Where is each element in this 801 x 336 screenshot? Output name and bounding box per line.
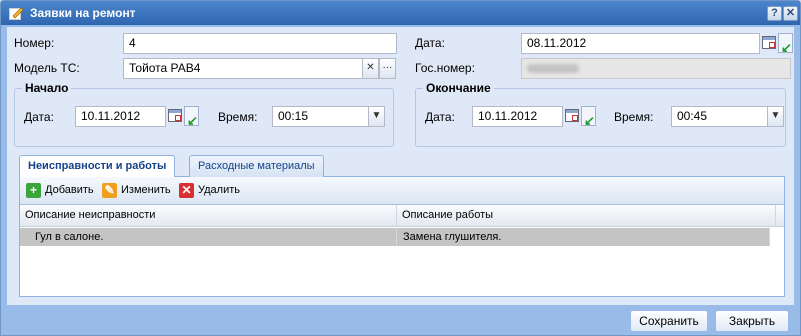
form-panel: Номер: 4 Дата: 08.11.2012 ↙ Модель ТС: Т… (6, 26, 795, 306)
start-time-field[interactable]: 00:15 (272, 106, 369, 127)
end-date-field[interactable]: 10.11.2012 (472, 106, 563, 127)
number-label: Номер: (14, 36, 55, 50)
close-window-button[interactable]: ✕ (783, 6, 798, 21)
start-group: Начало Дата: 10.11.2012 ↙ Время: 00:15 ▼ (14, 81, 394, 147)
repair-request-window: Заявки на ремонт ? ✕ Номер: 4 Дата: 08.1… (0, 0, 801, 336)
tab-consumables[interactable]: Расходные материалы (189, 155, 324, 177)
title-bar[interactable]: Заявки на ремонт ? ✕ (1, 1, 800, 25)
end-legend: Окончание (423, 81, 494, 95)
end-calendar-icon[interactable] (565, 109, 579, 122)
start-date-label: Дата: (24, 110, 54, 124)
end-group: Окончание Дата: 10.11.2012 ↙ Время: 00:4… (415, 81, 786, 147)
end-time-label: Время: (614, 110, 654, 124)
edit-label: Изменить (121, 184, 171, 196)
number-field[interactable]: 4 (123, 33, 397, 54)
table-row[interactable]: Гул в салоне. Замена глушителя. (20, 228, 770, 246)
plate-field (521, 58, 791, 79)
start-date-field[interactable]: 10.11.2012 (75, 106, 166, 127)
pencil-note-icon (9, 7, 24, 20)
date-field[interactable]: 08.11.2012 (521, 33, 760, 54)
plate-label: Гос.номер: (415, 61, 475, 75)
add-button[interactable]: + Добавить (26, 183, 94, 199)
work-cell: Замена глушителя. (397, 228, 770, 246)
help-button[interactable]: ? (767, 6, 782, 21)
end-time-field[interactable]: 00:45 (671, 106, 768, 127)
choose-model-button[interactable]: ··· (379, 58, 396, 79)
start-set-date-arrow-icon[interactable]: ↙ (184, 106, 199, 127)
save-button[interactable]: Сохранить (630, 310, 708, 332)
start-time-dropdown-icon[interactable]: ▼ (368, 106, 385, 127)
delete-button[interactable]: ✕ Удалить (179, 183, 240, 199)
end-time-dropdown-icon[interactable]: ▼ (767, 106, 784, 127)
start-time-label: Время: (218, 110, 258, 124)
model-label: Модель ТС: (14, 61, 80, 75)
end-date-label: Дата: (425, 110, 455, 124)
tab-faults-and-works[interactable]: Неисправности и работы (19, 155, 176, 178)
set-date-arrow-icon[interactable]: ↙ (778, 33, 793, 54)
add-label: Добавить (45, 184, 94, 196)
grid-toolbar: + Добавить ✎ Изменить ✕ Удалить (20, 177, 784, 205)
calendar-icon[interactable] (762, 36, 776, 49)
clear-model-icon[interactable]: ✕ (362, 58, 379, 79)
end-set-date-arrow-icon[interactable]: ↙ (581, 106, 596, 127)
column-header-fault[interactable]: Описание неисправности (20, 205, 397, 227)
date-label: Дата: (415, 36, 445, 50)
fault-cell: Гул в салоне. (20, 228, 397, 246)
vehicle-model-field[interactable]: Тойота РАВ4 (123, 58, 363, 79)
add-icon: + (26, 183, 41, 198)
delete-icon: ✕ (179, 183, 194, 198)
edit-icon: ✎ (102, 183, 117, 198)
start-legend: Начало (22, 81, 72, 95)
window-title: Заявки на ремонт (30, 6, 136, 20)
delete-label: Удалить (198, 184, 240, 196)
column-header-work[interactable]: Описание работы (397, 205, 776, 227)
close-button[interactable]: Закрыть (715, 310, 789, 332)
grid-header: Описание неисправности Описание работы (20, 205, 784, 227)
faults-panel: + Добавить ✎ Изменить ✕ Удалить Описание… (19, 177, 785, 297)
edit-button[interactable]: ✎ Изменить (102, 183, 171, 199)
start-calendar-icon[interactable] (168, 109, 182, 122)
tab-bar: Неисправности и работы Расходные материа… (19, 153, 785, 178)
